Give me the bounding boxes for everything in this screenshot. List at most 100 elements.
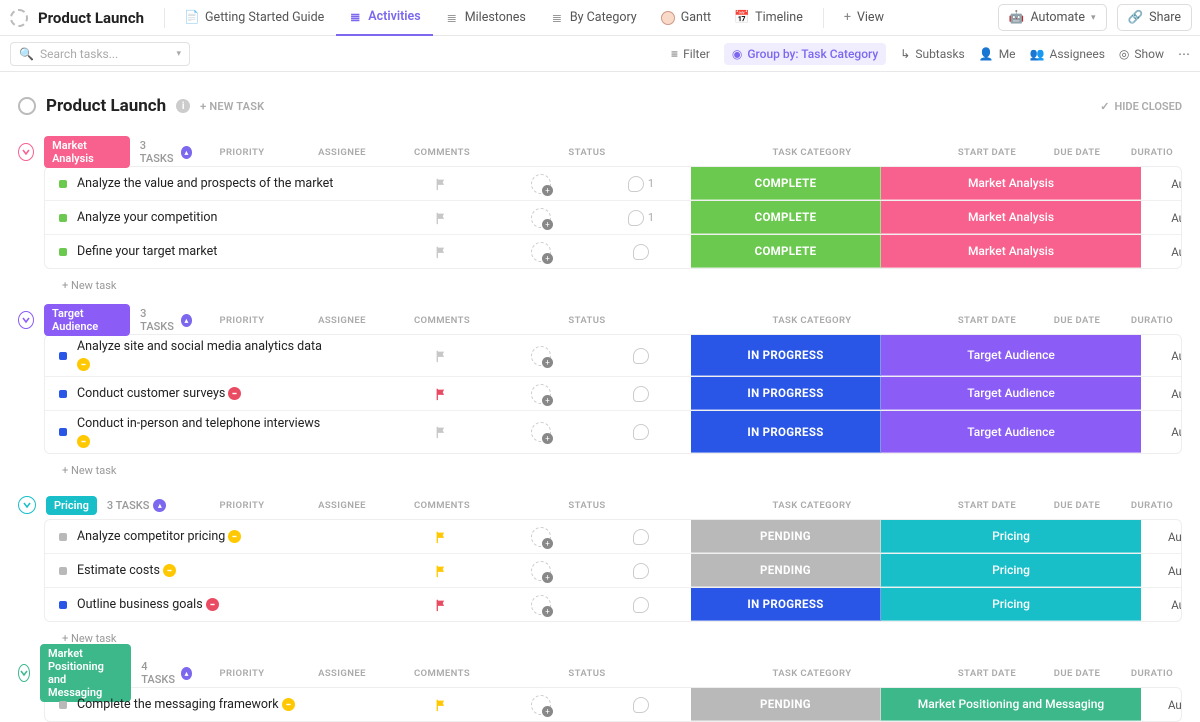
group-pill[interactable]: Market Positioning and Messaging bbox=[40, 644, 131, 702]
category-cell[interactable]: Market Analysis bbox=[881, 167, 1141, 200]
tab-getting-started-guide[interactable]: 📄Getting Started Guide bbox=[173, 0, 336, 36]
col-comments[interactable]: COMMENTS bbox=[392, 315, 492, 326]
comments-cell[interactable] bbox=[591, 529, 691, 545]
task-name-cell[interactable]: Complete the messaging framework bbox=[45, 697, 391, 712]
task-name-cell[interactable]: Define your target market bbox=[45, 244, 391, 259]
add-view-button[interactable]: + View bbox=[832, 0, 896, 36]
start-date-cell[interactable]: Aug 4 bbox=[1141, 387, 1182, 401]
assignee-cell[interactable] bbox=[491, 174, 591, 194]
col-duration[interactable]: DURATIO bbox=[1122, 147, 1182, 158]
task-row[interactable]: Conduct customer surveys IN PROGRESS Tar… bbox=[45, 377, 1181, 411]
assignee-add-icon[interactable] bbox=[531, 384, 551, 404]
group-pill[interactable]: Target Audience bbox=[44, 304, 130, 336]
status-dot-icon[interactable] bbox=[59, 428, 67, 436]
tab-by-category[interactable]: ≣By Category bbox=[538, 0, 649, 36]
assignee-cell[interactable] bbox=[491, 595, 591, 615]
col-start[interactable]: START DATE bbox=[942, 668, 1032, 679]
task-name-cell[interactable]: Conduct in-person and telephone intervie… bbox=[45, 416, 391, 449]
search-input[interactable]: 🔍 Search tasks... ▾ bbox=[10, 42, 190, 66]
tab-gantt[interactable]: Gantt bbox=[649, 0, 723, 36]
group-collapse-toggle[interactable] bbox=[18, 496, 36, 514]
col-due[interactable]: DUE DATE bbox=[1032, 147, 1122, 158]
assignee-add-icon[interactable] bbox=[531, 208, 551, 228]
show-button[interactable]: ◎Show bbox=[1119, 47, 1164, 61]
task-row[interactable]: Analyze site and social media analytics … bbox=[45, 335, 1181, 377]
priority-cell[interactable] bbox=[391, 349, 491, 363]
groupby-button[interactable]: ◉Group by: Task Category bbox=[724, 43, 886, 65]
filter-button[interactable]: ≡Filter bbox=[671, 47, 710, 61]
comments-cell[interactable]: 1 bbox=[591, 210, 691, 226]
assignee-cell[interactable] bbox=[491, 242, 591, 262]
status-cell[interactable]: COMPLETE bbox=[691, 167, 881, 200]
task-row[interactable]: Analyze your competition 1 COMPLETE Mark… bbox=[45, 201, 1181, 235]
status-dot-icon[interactable] bbox=[59, 248, 67, 256]
col-start[interactable]: START DATE bbox=[942, 315, 1032, 326]
priority-cell[interactable] bbox=[391, 425, 491, 439]
collapse-icon[interactable]: ▴ bbox=[181, 146, 192, 159]
task-row[interactable]: Analyze competitor pricing PENDING Prici… bbox=[45, 520, 1181, 554]
priority-cell[interactable] bbox=[391, 211, 491, 225]
assignees-button[interactable]: 👥Assignees bbox=[1030, 47, 1105, 61]
task-row[interactable]: Define your target market COMPLETE Marke… bbox=[45, 235, 1181, 268]
status-cell[interactable]: COMPLETE bbox=[691, 201, 881, 234]
group-new-task-button[interactable]: + New task bbox=[18, 269, 1182, 296]
task-row[interactable]: Complete the messaging framework PENDING… bbox=[45, 688, 1181, 721]
status-cell[interactable]: IN PROGRESS bbox=[691, 411, 881, 453]
start-date-cell[interactable]: Aug 16 bbox=[1141, 698, 1182, 712]
assignee-add-icon[interactable] bbox=[531, 527, 551, 547]
comments-cell[interactable] bbox=[591, 424, 691, 440]
start-date-cell[interactable]: Aug 2 bbox=[1141, 211, 1182, 225]
assignee-cell[interactable] bbox=[491, 561, 591, 581]
tab-timeline[interactable]: 📅Timeline bbox=[723, 0, 815, 36]
col-priority[interactable]: PRIORITY bbox=[192, 315, 292, 326]
status-cell[interactable]: IN PROGRESS bbox=[691, 335, 881, 376]
col-duration[interactable]: DURATIO bbox=[1122, 315, 1182, 326]
assignee-cell[interactable] bbox=[491, 384, 591, 404]
assignee-cell[interactable] bbox=[491, 695, 591, 715]
group-new-task-button[interactable]: + New task bbox=[18, 454, 1182, 481]
collapse-icon[interactable]: ▴ bbox=[181, 667, 192, 680]
status-dot-icon[interactable] bbox=[59, 390, 67, 398]
assignee-add-icon[interactable] bbox=[531, 422, 551, 442]
group-pill[interactable]: Market Analysis bbox=[44, 136, 130, 168]
assignee-add-icon[interactable] bbox=[531, 174, 551, 194]
status-dot-icon[interactable] bbox=[59, 601, 67, 609]
comments-cell[interactable] bbox=[591, 244, 691, 260]
task-row[interactable]: Conduct in-person and telephone intervie… bbox=[45, 411, 1181, 453]
assignee-cell[interactable] bbox=[491, 346, 591, 366]
tab-milestones[interactable]: ≣Milestones bbox=[433, 0, 538, 36]
task-name-cell[interactable]: Conduct customer surveys bbox=[45, 386, 391, 401]
category-cell[interactable]: Pricing bbox=[881, 520, 1141, 553]
task-name-cell[interactable]: Analyze site and social media analytics … bbox=[45, 339, 391, 372]
status-cell[interactable]: IN PROGRESS bbox=[691, 588, 881, 621]
collapse-icon[interactable]: ▴ bbox=[181, 314, 192, 327]
col-due[interactable]: DUE DATE bbox=[1032, 315, 1122, 326]
col-start[interactable]: START DATE bbox=[942, 500, 1032, 511]
col-duration[interactable]: DURATIO bbox=[1122, 500, 1182, 511]
priority-cell[interactable] bbox=[391, 177, 491, 191]
collapse-icon[interactable]: ▴ bbox=[153, 499, 166, 512]
status-dot-icon[interactable] bbox=[59, 567, 67, 575]
col-start[interactable]: START DATE bbox=[942, 147, 1032, 158]
me-button[interactable]: 👤Me bbox=[979, 47, 1016, 61]
list-status-icon[interactable] bbox=[18, 97, 36, 115]
col-priority[interactable]: PRIORITY bbox=[192, 668, 292, 679]
status-dot-icon[interactable] bbox=[59, 701, 67, 709]
col-duration[interactable]: DURATIO bbox=[1122, 668, 1182, 679]
assignee-add-icon[interactable] bbox=[531, 595, 551, 615]
assignee-add-icon[interactable] bbox=[531, 242, 551, 262]
col-category[interactable]: TASK CATEGORY bbox=[682, 500, 942, 511]
col-assignee[interactable]: ASSIGNEE bbox=[292, 668, 392, 679]
category-cell[interactable]: Target Audience bbox=[881, 335, 1141, 376]
task-name-cell[interactable]: Analyze your competition bbox=[45, 210, 391, 225]
priority-cell[interactable] bbox=[391, 387, 491, 401]
priority-cell[interactable] bbox=[391, 530, 491, 544]
priority-cell[interactable] bbox=[391, 698, 491, 712]
priority-cell[interactable] bbox=[391, 564, 491, 578]
col-status[interactable]: STATUS bbox=[492, 315, 682, 326]
category-cell[interactable]: Market Analysis bbox=[881, 201, 1141, 234]
col-status[interactable]: STATUS bbox=[492, 147, 682, 158]
category-cell[interactable]: Target Audience bbox=[881, 411, 1141, 453]
comments-cell[interactable] bbox=[591, 563, 691, 579]
col-comments[interactable]: COMMENTS bbox=[392, 147, 492, 158]
